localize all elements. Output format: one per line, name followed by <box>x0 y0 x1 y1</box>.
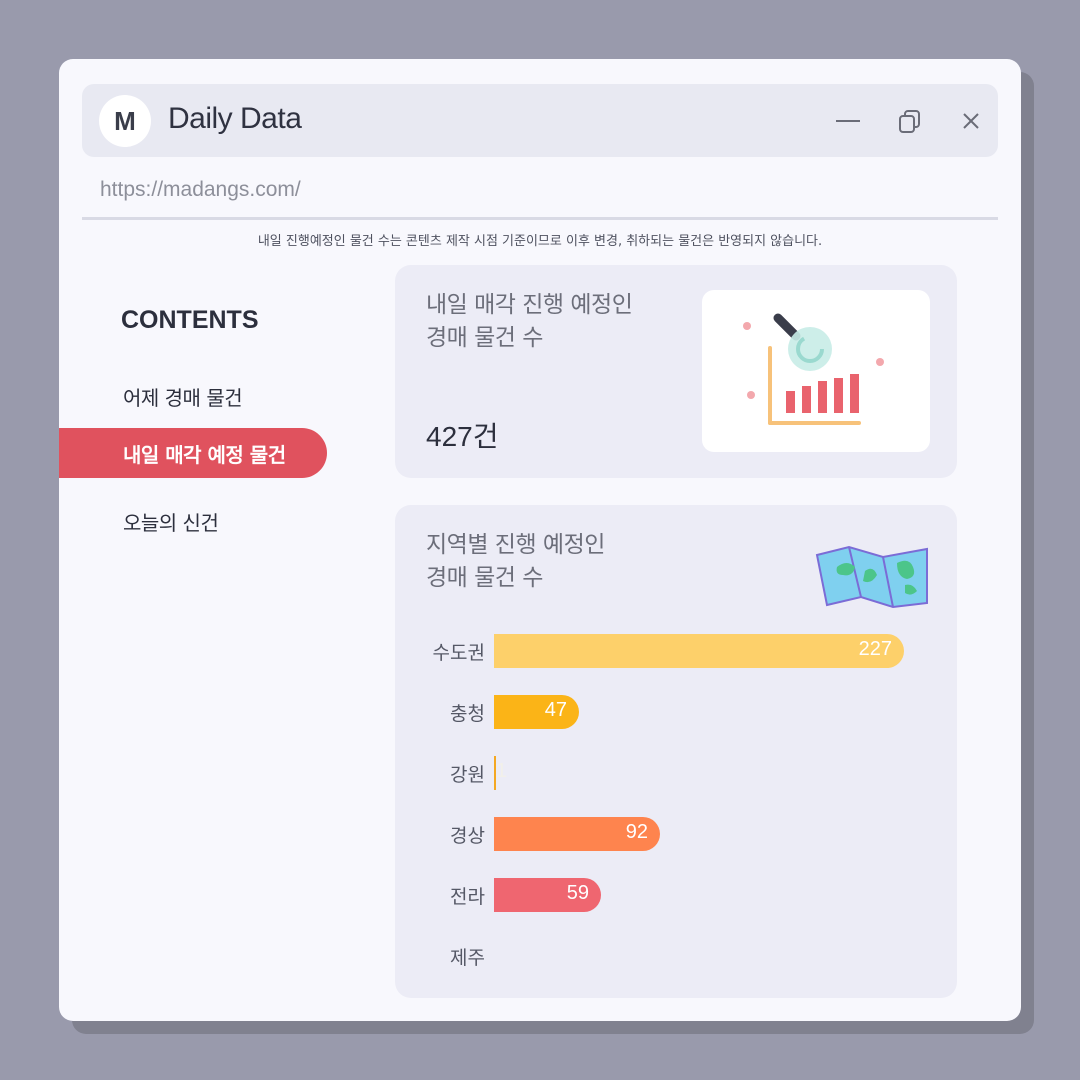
sidebar-item-tomorrow[interactable]: 내일 매각 예정 물건 <box>59 428 327 478</box>
close-icon <box>963 113 979 129</box>
restore-button[interactable] <box>896 106 926 136</box>
sidebar-item-label: 어제 경매 물건 <box>123 385 243 410</box>
summary-title-line-1: 내일 매각 진행 예정인 <box>426 292 633 318</box>
bar-value-label: 47 <box>544 699 567 721</box>
bar-category-label: 충청 <box>450 703 485 725</box>
sidebar-item-yesterday[interactable]: 어제 경매 물건 <box>59 371 327 421</box>
sidebar-item-new-today[interactable]: 오늘의 신건 <box>59 496 327 546</box>
sidebar-heading: CONTENTS <box>121 306 259 334</box>
region-title-line-1: 지역별 진행 예정인 <box>426 532 605 558</box>
notice-text: 내일 진행예정인 물건 수는 콘텐츠 제작 시점 기준이므로 이후 변경, 취하… <box>257 234 823 249</box>
summary-card-title: 내일 매각 진행 예정인 경매 물건 수 <box>426 289 686 356</box>
map-icon <box>813 545 931 609</box>
region-chart-card: 지역별 진행 예정인 경매 물건 수 수도권 227 충청 47 강원 1 경상 92 전라 59… <box>395 505 957 998</box>
address-bar[interactable]: https://madangs.com/ <box>100 178 301 202</box>
chart-magnifier-illustration <box>702 290 930 452</box>
app-logo: M <box>99 95 151 147</box>
bar-category-label: 경상 <box>450 825 485 847</box>
bar-row: 충청 47 <box>395 695 957 729</box>
minimize-button[interactable] <box>833 106 863 136</box>
summary-card: 내일 매각 진행 예정인 경매 물건 수 427건 <box>395 265 957 478</box>
restore-icon <box>899 110 920 133</box>
bar-row: 제주 <box>395 939 957 973</box>
bar-row: 강원 1 <box>395 756 957 790</box>
summary-title-line-2: 경매 물건 수 <box>426 325 543 352</box>
region-card-title: 지역별 진행 예정인 경매 물건 수 <box>426 529 686 596</box>
bar-category-label: 제주 <box>450 947 485 969</box>
bar-row: 전라 59 <box>395 878 957 912</box>
bar-value-label: 1 <box>496 760 508 782</box>
app-window: M Daily Data https://madangs.com/ 내일 진행예… <box>59 59 1021 1021</box>
bar-value-label: 59 <box>566 882 589 904</box>
bar-row: 경상 92 <box>395 817 957 851</box>
divider <box>82 217 998 220</box>
sidebar-item-label: 오늘의 신건 <box>123 510 219 535</box>
auction-count: 427건 <box>426 421 499 452</box>
bar-category-label: 수도권 <box>432 642 485 664</box>
region-title-line-2: 경매 물건 수 <box>426 565 543 592</box>
bar-row: 수도권 227 <box>395 634 957 668</box>
chart-magnifier-icon <box>743 313 884 425</box>
title-bar: M Daily Data <box>82 84 998 157</box>
bar-category-label: 전라 <box>450 886 485 908</box>
close-button[interactable] <box>956 106 986 136</box>
bar-value-label: 92 <box>625 821 648 843</box>
app-title: Daily Data <box>168 102 302 135</box>
sidebar-item-label: 내일 매각 예정 물건 <box>123 442 286 467</box>
bar-value-label: 227 <box>858 638 892 660</box>
minimize-icon <box>836 120 860 122</box>
bar-category-label: 강원 <box>450 764 485 786</box>
